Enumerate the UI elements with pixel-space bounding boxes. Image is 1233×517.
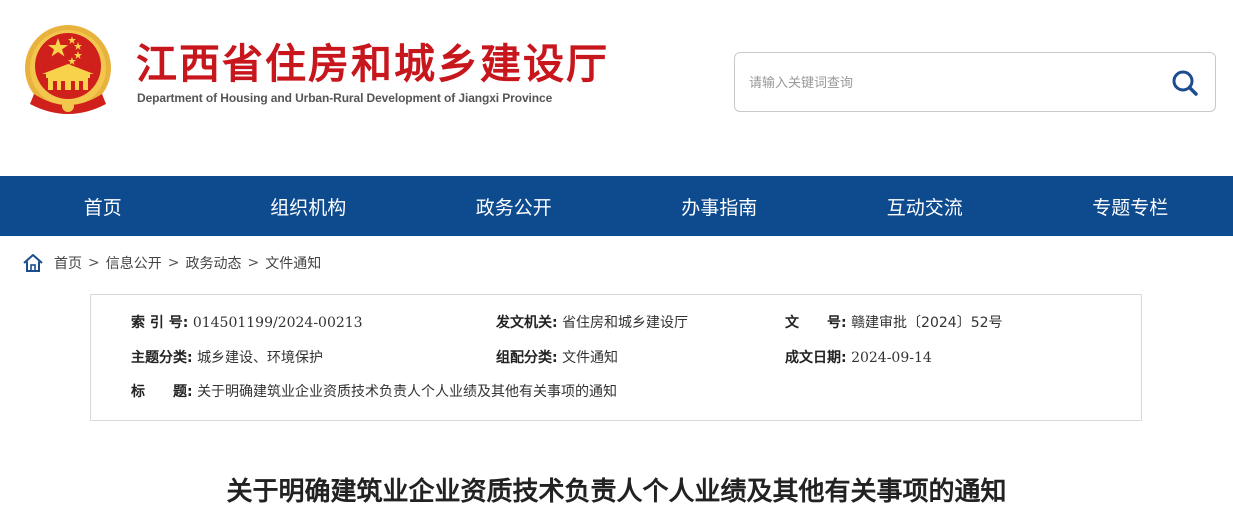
search-box	[734, 52, 1216, 112]
breadcrumb-home[interactable]: 首页	[54, 253, 82, 273]
nav-item-interaction[interactable]: 互动交流	[822, 176, 1028, 236]
breadcrumb-file-notices[interactable]: 文件通知	[265, 253, 321, 273]
meta-topic-label: 主题分类:	[131, 350, 193, 366]
meta-title: 标 题: 关于明确建筑业企业资质技术负责人个人业绩及其他有关事项的通知	[131, 382, 617, 402]
meta-org: 组配分类: 文件通知	[496, 348, 618, 368]
page: 江西省住房和城乡建设厅 Department of Housing and Ur…	[0, 0, 1233, 517]
breadcrumb: 首页 > 信息公开 > 政务动态 > 文件通知	[22, 252, 321, 274]
meta-topic-value: 城乡建设、环境保护	[197, 350, 324, 366]
meta-issuer-value: 省住房和城乡建设厅	[562, 315, 689, 331]
site-subtitle: Department of Housing and Urban-Rural De…	[137, 91, 553, 105]
meta-org-label: 组配分类:	[496, 350, 558, 366]
meta-title-value: 关于明确建筑业企业资质技术负责人个人业绩及其他有关事项的通知	[197, 384, 618, 400]
document-metadata: 索 引 号: 014501199/2024-00213 发文机关: 省住房和城乡…	[90, 294, 1142, 421]
nav-item-government-affairs[interactable]: 政务公开	[411, 176, 617, 236]
breadcrumb-separator: >	[88, 255, 100, 271]
meta-doc-no-value: 赣建审批〔2024〕52号	[851, 315, 1003, 331]
meta-index-value: 014501199/2024-00213	[192, 315, 363, 331]
meta-topic: 主题分类: 城乡建设、环境保护	[131, 348, 323, 368]
site-title[interactable]: 江西省住房和城乡建设厅	[136, 38, 609, 90]
meta-index-label: 索 引 号:	[131, 315, 189, 331]
national-emblem-icon[interactable]	[20, 24, 116, 118]
meta-date-label: 成文日期:	[785, 350, 847, 366]
breadcrumb-separator: >	[247, 255, 260, 271]
nav-item-home[interactable]: 首页	[0, 176, 206, 236]
meta-issuer-label: 发文机关:	[496, 315, 558, 331]
meta-title-label: 标 题:	[131, 384, 193, 400]
main-nav: 首页 组织机构 政务公开 办事指南 互动交流 专题专栏	[0, 176, 1233, 236]
meta-issuer: 发文机关: 省住房和城乡建设厅	[496, 313, 688, 333]
search-input[interactable]	[749, 71, 1149, 95]
home-icon[interactable]	[22, 252, 44, 274]
breadcrumb-separator: >	[167, 255, 180, 271]
meta-date-value: 2024-09-14	[851, 350, 932, 366]
search-button[interactable]	[1169, 67, 1201, 99]
nav-item-organization[interactable]: 组织机构	[206, 176, 412, 236]
meta-index: 索 引 号: 014501199/2024-00213	[131, 313, 363, 333]
meta-doc-no: 文 号: 赣建审批〔2024〕52号	[785, 313, 1003, 333]
nav-item-special-topics[interactable]: 专题专栏	[1028, 176, 1233, 236]
breadcrumb-government-news[interactable]: 政务动态	[185, 253, 241, 273]
meta-date: 成文日期: 2024-09-14	[785, 348, 932, 368]
nav-item-service-guide[interactable]: 办事指南	[617, 176, 823, 236]
meta-org-value: 文件通知	[562, 350, 619, 366]
article-title: 关于明确建筑业企业资质技术负责人个人业绩及其他有关事项的通知	[226, 477, 1007, 507]
breadcrumb-info-disclosure[interactable]: 信息公开	[106, 253, 162, 273]
search-icon	[1172, 70, 1198, 96]
meta-doc-no-label: 文 号:	[785, 315, 847, 331]
site-header: 江西省住房和城乡建设厅 Department of Housing and Ur…	[0, 0, 1233, 176]
